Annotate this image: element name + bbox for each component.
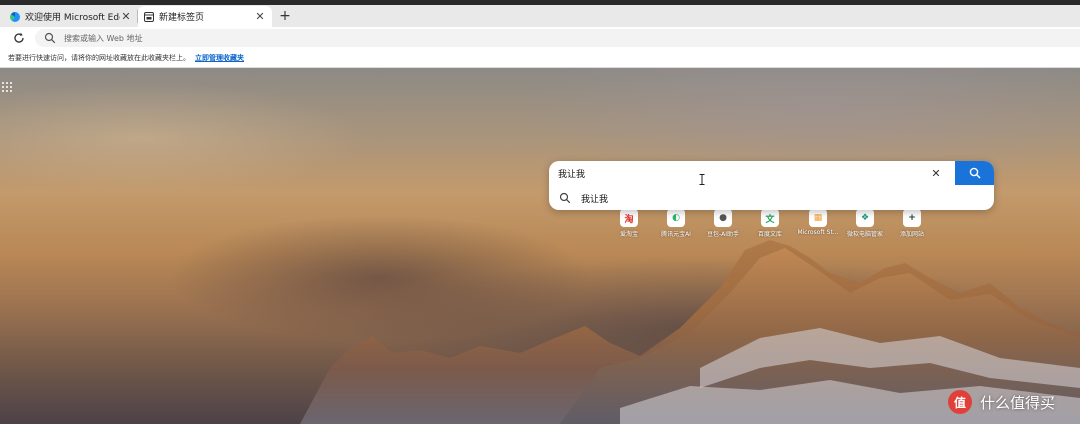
microsoft-store-icon: ▦	[809, 209, 827, 227]
tab-title: 新建标签页	[159, 13, 205, 23]
taobao-icon: 淘	[620, 209, 638, 227]
quick-link-label: 豆包-AI助手	[706, 231, 740, 238]
quick-link-taobao[interactable]: 淘爱淘宝	[607, 209, 651, 241]
reload-button[interactable]	[11, 30, 27, 46]
new-tab-page-background	[0, 68, 1080, 424]
browser-chrome: 欢迎使用 Microsoft Edge ✕ 新建标签页 ✕ + 搜索或输入 We…	[0, 0, 1080, 68]
doubao-avatar-icon: ●	[714, 209, 732, 227]
reload-icon	[14, 32, 24, 43]
search-icon	[969, 167, 981, 179]
search-input[interactable]	[558, 165, 918, 181]
smzdm-logo-icon: 值	[948, 390, 972, 414]
text-cursor-icon	[699, 174, 705, 185]
close-icon[interactable]: ✕	[120, 10, 132, 23]
favorites-bar-message: 若要进行快速访问，请将你的网址收藏放在此收藏夹栏上。	[8, 54, 190, 62]
search-suggestion[interactable]: 我让我	[549, 189, 994, 207]
quick-link-label: 腾讯元宝AI	[661, 231, 691, 238]
search-icon	[559, 192, 571, 204]
edge-icon	[10, 11, 20, 22]
tab-title: 欢迎使用 Microsoft Edge	[25, 13, 120, 23]
search-box: ✕ 我让我	[549, 161, 994, 210]
quick-link-label: Microsoft St...	[797, 229, 839, 236]
plus-icon: +	[279, 8, 291, 24]
search-icon	[44, 32, 56, 44]
quick-link-label: 微软电脑管家	[846, 231, 883, 238]
add-site-icon: +	[903, 209, 921, 227]
suggestion-text: 我让我	[581, 194, 609, 205]
address-input[interactable]	[62, 32, 466, 44]
quick-link-baidu-wenku[interactable]: 文百度文库	[748, 209, 792, 241]
mountain-landscape-image	[300, 240, 1080, 424]
quick-link-pc-manager[interactable]: ❖ 微软电脑管家	[843, 209, 887, 241]
manage-favorites-link[interactable]: 立即管理收藏夹	[195, 53, 244, 63]
tab-separator	[137, 10, 138, 23]
new-tab-button[interactable]: +	[277, 8, 293, 24]
pc-manager-icon: ❖	[856, 209, 874, 227]
tab-new-tab[interactable]: 新建标签页 ✕	[138, 6, 272, 27]
watermark: 值 什么值得买	[948, 389, 1055, 415]
quick-link-doubao-avatar[interactable]: ● 豆包-AI助手	[701, 209, 745, 241]
quick-link-add-site[interactable]: + 添加网站	[890, 209, 934, 241]
quick-link-label: 百度文库	[757, 231, 782, 238]
watermark-text: 什么值得买	[980, 393, 1056, 412]
toolbar	[0, 27, 1080, 49]
baidu-wenku-icon: 文	[761, 209, 779, 227]
apps-launcher-icon[interactable]	[2, 82, 12, 92]
search-row: ✕	[549, 161, 994, 185]
tab-welcome-edge[interactable]: 欢迎使用 Microsoft Edge ✕	[4, 6, 138, 27]
search-button[interactable]	[955, 161, 994, 185]
close-icon: ✕	[931, 166, 941, 180]
yuanbao-icon: ◐	[667, 209, 685, 227]
close-icon[interactable]: ✕	[254, 10, 266, 23]
quick-link-label: 爱淘宝	[619, 231, 638, 238]
clear-search-button[interactable]: ✕	[930, 166, 942, 180]
browser-window: 欢迎使用 Microsoft Edge ✕ 新建标签页 ✕ + 搜索或输入 We…	[0, 0, 1080, 424]
quick-link-label: 添加网站	[899, 231, 924, 238]
favorites-bar: 若要进行快速访问，请将你的网址收藏放在此收藏夹栏上。 立即管理收藏夹	[0, 49, 1080, 68]
quick-link-yuanbao[interactable]: ◐ 腾讯元宝AI	[654, 209, 698, 241]
address-bar[interactable]	[35, 29, 1080, 47]
newtab-page-icon	[144, 11, 154, 22]
quick-link-microsoft-store[interactable]: ▦ Microsoft St...	[796, 209, 840, 241]
